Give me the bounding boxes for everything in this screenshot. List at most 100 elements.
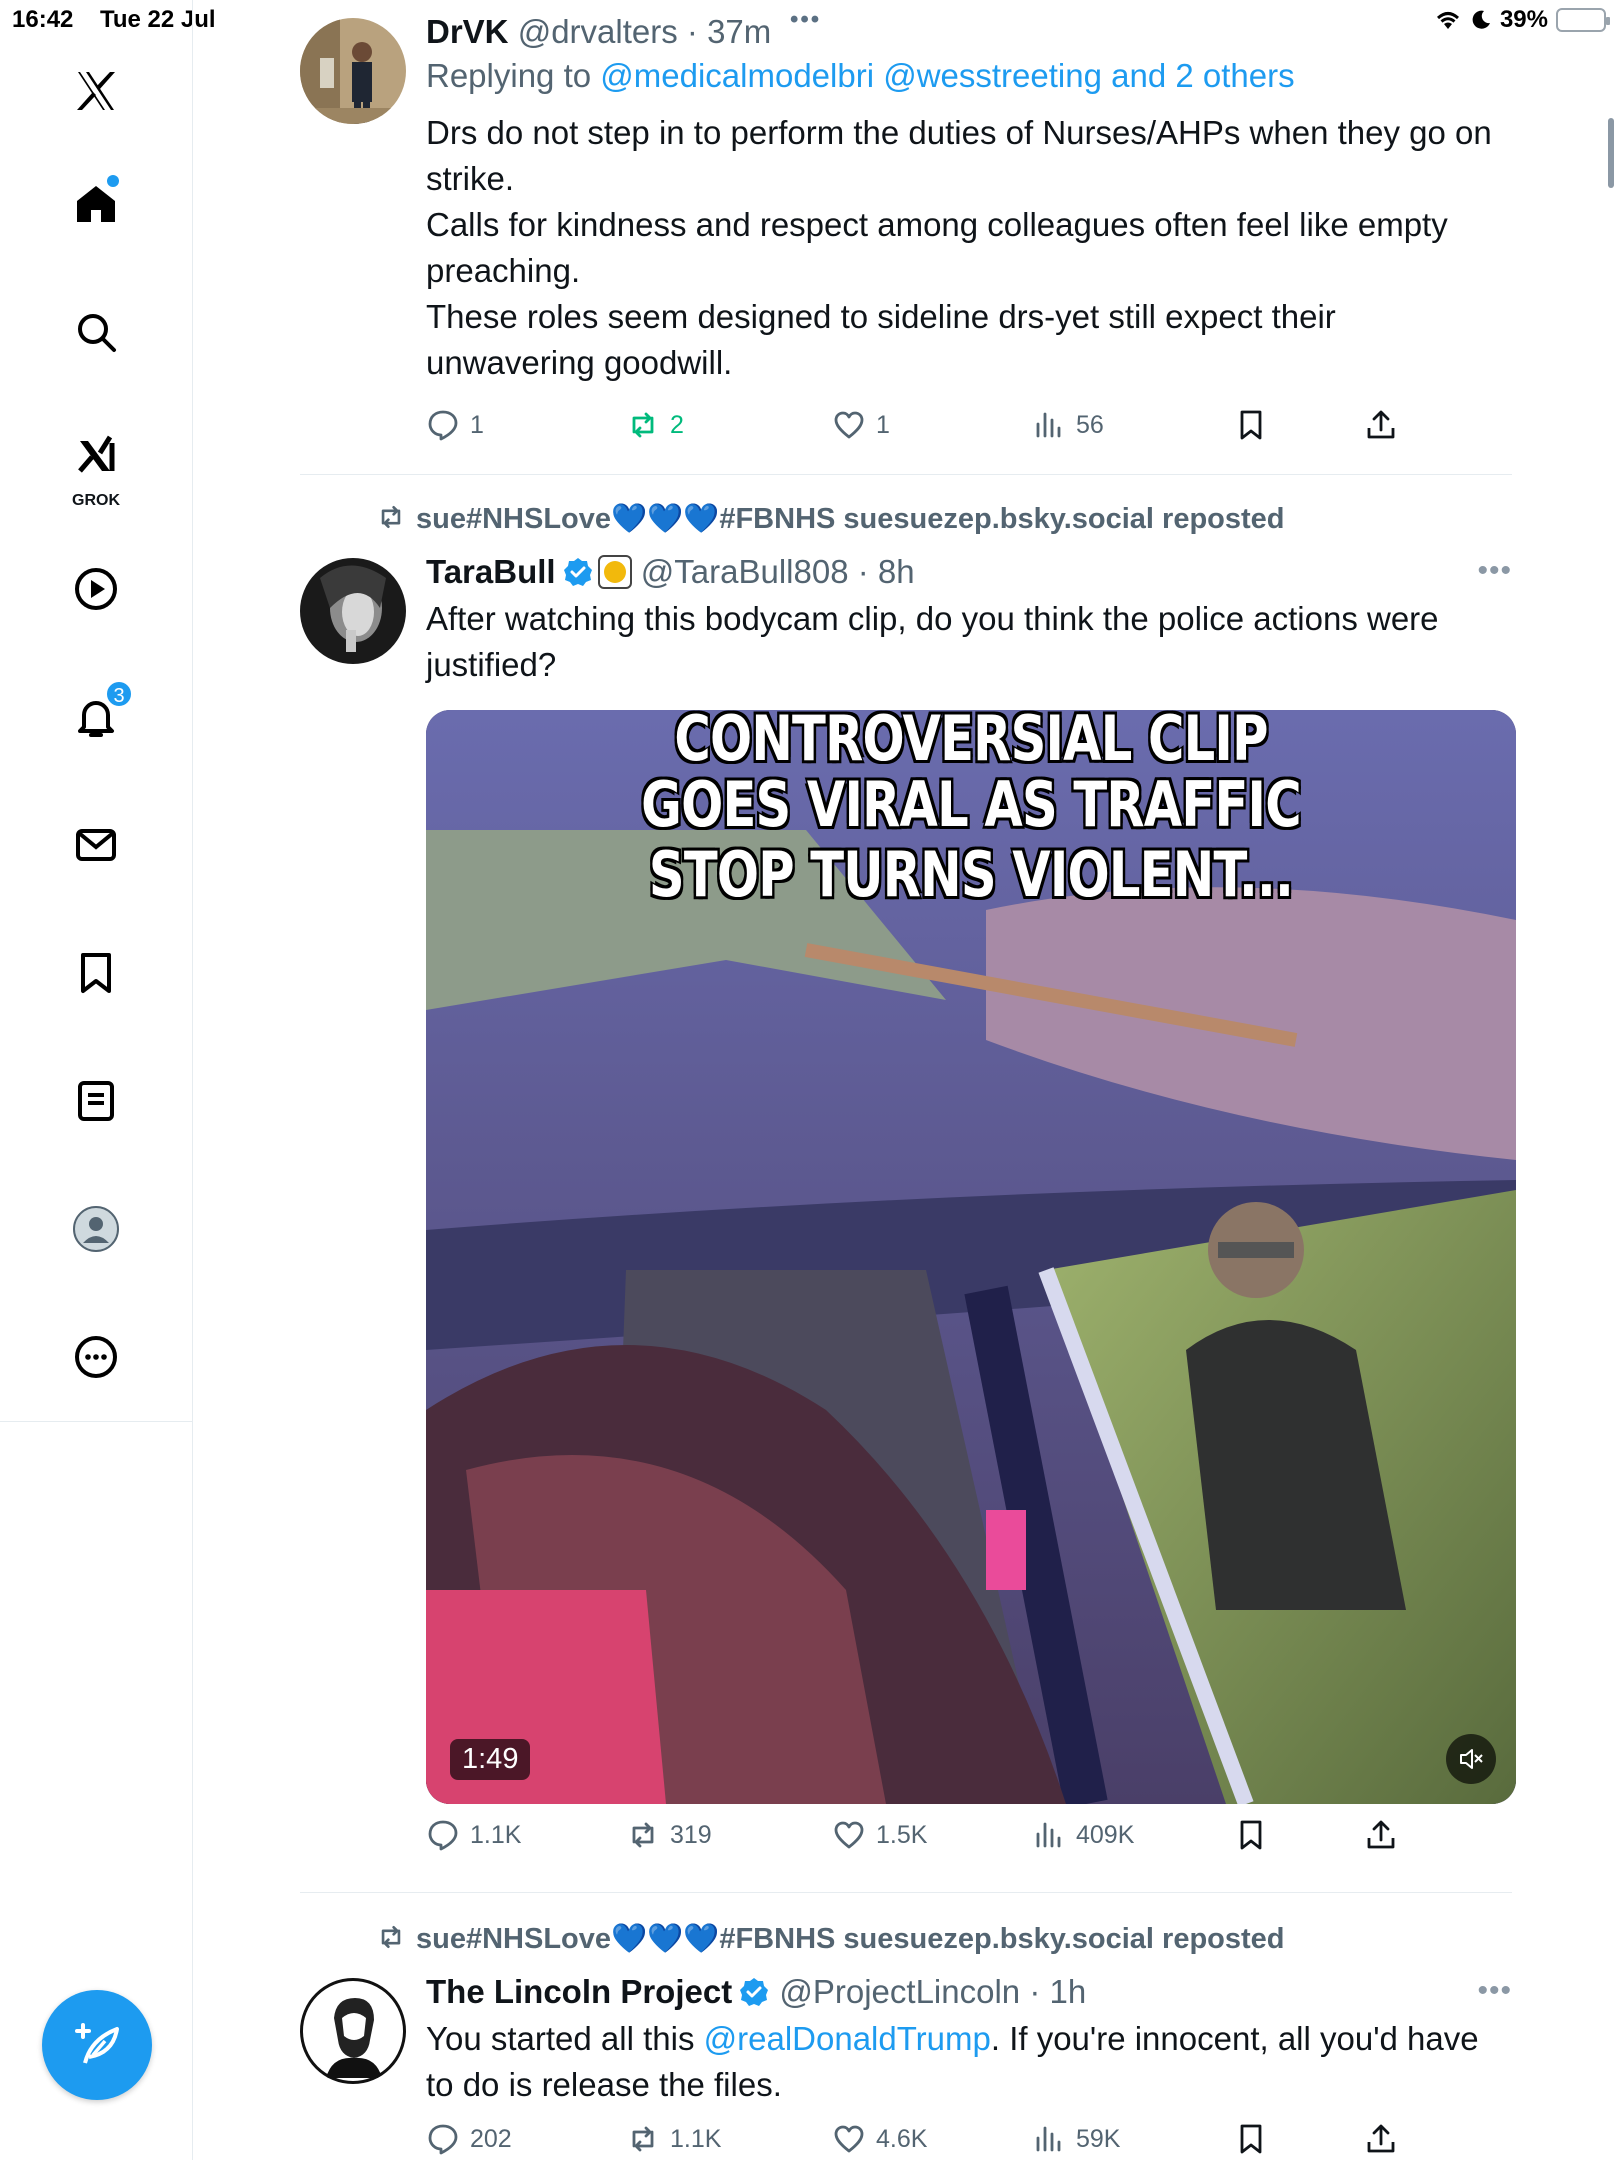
like-button[interactable]: 1.5K [832, 1818, 927, 1852]
views-button[interactable]: 409K [1032, 1818, 1134, 1852]
views-icon [1036, 1822, 1061, 1848]
heart-icon [834, 1821, 864, 1849]
reply-count: 202 [470, 2124, 512, 2153]
author-name[interactable]: The Lincoln Project [426, 1973, 732, 2010]
tweet-time[interactable]: · 1h [1029, 1973, 1086, 2010]
reposted-by-line[interactable]: sue#NHSLove💙💙💙#FBNHS suesuezep.bsky.soci… [376, 502, 1285, 536]
repost-small-icon [381, 505, 401, 529]
reply-icon [428, 2124, 458, 2155]
tweet-text: After watching this bodycam clip, do you… [426, 600, 1439, 683]
lists-icon [78, 1081, 114, 1121]
sidebar-item-video[interactable] [55, 548, 137, 630]
mention-link[interactable]: @realDonaldTrump [704, 2020, 991, 2057]
repost-button[interactable]: 319 [626, 1818, 712, 1852]
affiliate-badge-icon [597, 555, 632, 589]
sidebar-item-lists[interactable] [55, 1060, 137, 1142]
tweet-divider [300, 474, 1512, 475]
replying-to-prefix: Replying to [426, 57, 601, 94]
video-caption-line-2: GOES VIRAL AS TRAFFIC [641, 768, 1301, 841]
muted-speaker-icon [1460, 1749, 1483, 1769]
share-button[interactable] [1364, 408, 1398, 442]
tweet-actions: 202 1.1K 4.6K 59K [426, 2122, 1406, 2160]
sidebar-item-messages[interactable] [55, 804, 137, 886]
views-icon [1036, 412, 1061, 438]
tweet-text-start: You started all this [426, 2020, 704, 2057]
video-caption-line-1: CONTROVERSIAL CLIP [674, 710, 1268, 775]
tweet-header: DrVK @drvalters · 37m [426, 10, 1512, 54]
tweet-divider [300, 1892, 1512, 1893]
repost-icon [632, 412, 654, 438]
views-button[interactable]: 56 [1032, 408, 1104, 442]
reply-count: 1.1K [470, 1820, 522, 1849]
sidebar-item-notifications[interactable]: 3 [55, 676, 137, 758]
sidebar-item-search[interactable] [55, 291, 137, 373]
verified-badge-icon [563, 558, 592, 586]
reposted-by-text: sue#NHSLove💙💙💙#FBNHS suesuezep.bsky.soci… [416, 1923, 1285, 1955]
video-player[interactable]: CONTROVERSIAL CLIP GOES VIRAL AS TRAFFIC… [426, 710, 1516, 1804]
author-name[interactable]: TaraBull [426, 553, 556, 590]
repost-count: 319 [670, 1820, 712, 1849]
grok-label: GROK [72, 492, 120, 509]
author-handle[interactable]: @TaraBull808 [641, 553, 849, 590]
compose-post-icon [75, 2023, 119, 2064]
sidebar-item-home[interactable] [55, 163, 137, 245]
heart-icon [834, 411, 864, 439]
compose-post-button[interactable] [42, 1990, 152, 2100]
heart-icon [834, 2125, 864, 2153]
sidebar-item-bookmarks[interactable] [55, 932, 137, 1014]
repost-small-icon [381, 1925, 401, 1949]
sidebar-item-grok[interactable]: GROK [55, 420, 137, 510]
mute-button[interactable] [1446, 1734, 1496, 1784]
replying-to-link[interactable]: @medicalmodelbri @wesstreeting and 2 oth… [600, 57, 1294, 94]
x-logo-icon [77, 72, 115, 110]
reply-button[interactable]: 202 [426, 2122, 512, 2156]
share-icon [1367, 410, 1395, 439]
author-handle[interactable]: @drvalters [518, 13, 678, 50]
author-name[interactable]: DrVK [426, 13, 509, 50]
bookmark-button[interactable] [1234, 408, 1268, 442]
tweet-header: The Lincoln Project @ProjectLincoln · 1h [426, 1970, 1512, 2014]
bookmarks-icon [81, 953, 111, 993]
reply-button[interactable]: 1 [426, 408, 484, 442]
tweet-text: Drs do not step in to perform the duties… [426, 114, 1492, 381]
avatar-drvk[interactable] [300, 18, 406, 124]
repost-count: 1.1K [670, 2124, 722, 2153]
repost-button[interactable]: 1.1K [626, 2122, 721, 2156]
bookmark-button[interactable] [1234, 2122, 1268, 2156]
share-button[interactable] [1364, 2122, 1398, 2156]
tweet-actions: 1 2 1 56 [426, 408, 1406, 458]
sidebar-nav: GROK 3 [0, 0, 193, 1422]
sidebar-item-x-logo[interactable] [55, 50, 137, 132]
sidebar-divider [192, 1422, 193, 2160]
tweet-actions: 1.1K 319 1.5K 409K [426, 1818, 1406, 1868]
tweet-time[interactable]: · 8h [858, 553, 915, 590]
reposted-by-text: sue#NHSLove💙💙💙#FBNHS suesuezep.bsky.soci… [416, 503, 1285, 535]
like-button[interactable]: 4.6K [832, 2122, 927, 2156]
bookmark-button[interactable] [1234, 1818, 1268, 1852]
avatar-tarabull[interactable] [300, 558, 406, 664]
tweet-text: You started all this @realDonaldTrump. I… [426, 2016, 1496, 2108]
views-button[interactable]: 59K [1032, 2122, 1120, 2156]
repost-icon [632, 1822, 654, 1848]
like-count: 1.5K [876, 1820, 928, 1849]
share-button[interactable] [1364, 1818, 1398, 1852]
like-button[interactable]: 1 [832, 408, 890, 442]
repost-count: 2 [670, 410, 684, 439]
video-duration: 1:49 [450, 1739, 531, 1780]
avatar-lincoln-project[interactable] [300, 1978, 406, 2084]
reposted-by-line[interactable]: sue#NHSLove💙💙💙#FBNHS suesuezep.bsky.soci… [376, 1922, 1285, 1956]
repost-button[interactable]: 2 [626, 408, 684, 442]
video-icon [75, 568, 117, 610]
author-handle[interactable]: @ProjectLincoln [779, 1973, 1020, 2010]
search-icon [78, 314, 116, 352]
more-options-icon[interactable]: ••• [1477, 1974, 1512, 2008]
tweet-time[interactable]: · 37m [687, 13, 771, 50]
scrollbar[interactable] [1608, 118, 1614, 188]
reply-button[interactable]: 1.1K [426, 1818, 521, 1852]
verified-badge-icon [740, 1978, 769, 2006]
repost-icon [632, 2126, 654, 2152]
more-options-icon[interactable]: ••• [1477, 554, 1512, 588]
grok-icon [78, 435, 115, 473]
sidebar-item-profile[interactable] [55, 1188, 137, 1270]
sidebar-item-more[interactable] [55, 1316, 137, 1398]
